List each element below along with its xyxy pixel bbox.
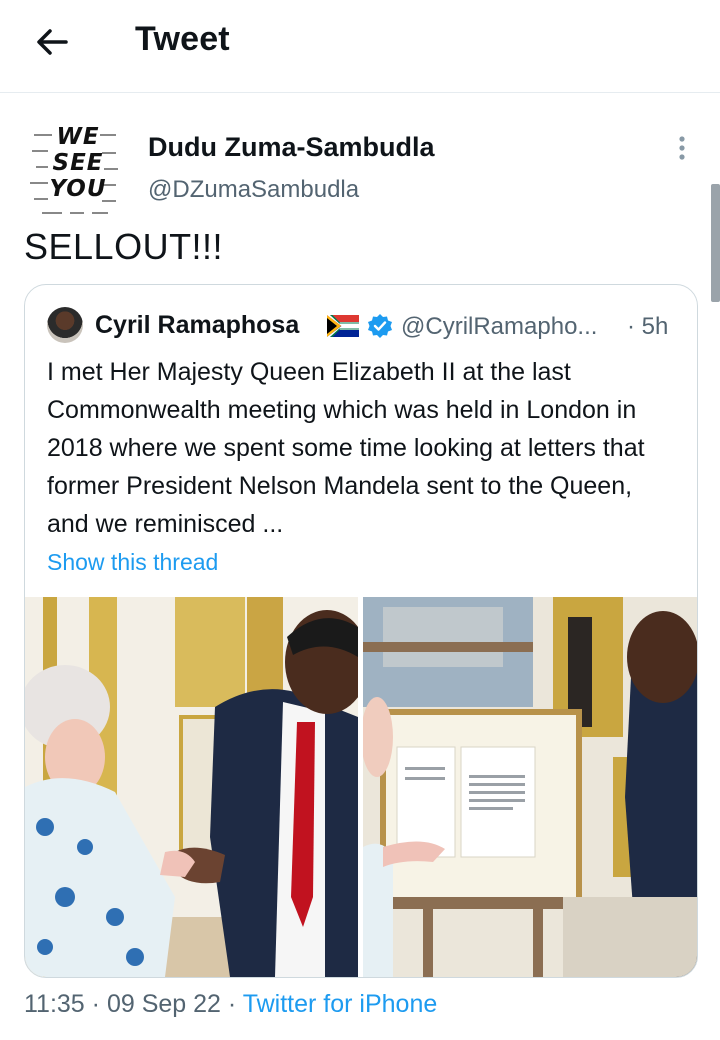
tweet-metadata: 11:35 · 09 Sep 22 · Twitter for iPhone <box>24 990 437 1019</box>
separator: · <box>91 990 100 1018</box>
tweet-date: 09 Sep 22 <box>106 990 221 1018</box>
quoted-handle: @CyrilRamapho... <box>401 313 598 340</box>
arrow-left-icon[interactable] <box>30 20 74 64</box>
tweet-text: SELLOUT!!! <box>24 226 224 267</box>
vertical-ellipsis-icon[interactable] <box>670 134 694 162</box>
author-handle[interactable]: @DZumaSambudla <box>148 176 359 204</box>
author-display-name[interactable]: Dudu Zuma-Sambudla <box>148 132 435 163</box>
page-title: Tweet <box>135 20 230 58</box>
tweet-source-link[interactable]: Twitter for iPhone <box>243 990 438 1018</box>
scrollbar-thumb[interactable] <box>711 184 720 302</box>
media-photo-letters[interactable] <box>363 597 697 977</box>
media-photo-handshake[interactable] <box>25 597 358 977</box>
separator: · <box>227 990 237 1018</box>
verified-badge-icon <box>368 314 392 338</box>
quoted-text: I met Her Majesty Queen Elizabeth II at … <box>47 358 645 538</box>
avatar-logo-text: WE SEE YOU <box>49 124 107 202</box>
top-bar: Tweet <box>0 0 720 93</box>
tweet-time: 11:35 <box>24 990 85 1018</box>
quoted-timestamp: · 5h <box>627 313 669 340</box>
south-africa-flag-icon <box>327 315 359 337</box>
avatar[interactable]: WE SEE YOU <box>28 124 122 218</box>
quoted-avatar[interactable] <box>47 307 83 343</box>
quoted-tweet[interactable]: Cyril Ramaphosa @CyrilRamapho... · 5h I … <box>24 284 698 978</box>
quoted-display-name: Cyril Ramaphosa <box>95 311 300 339</box>
show-thread-link[interactable]: Show this thread <box>47 549 218 576</box>
